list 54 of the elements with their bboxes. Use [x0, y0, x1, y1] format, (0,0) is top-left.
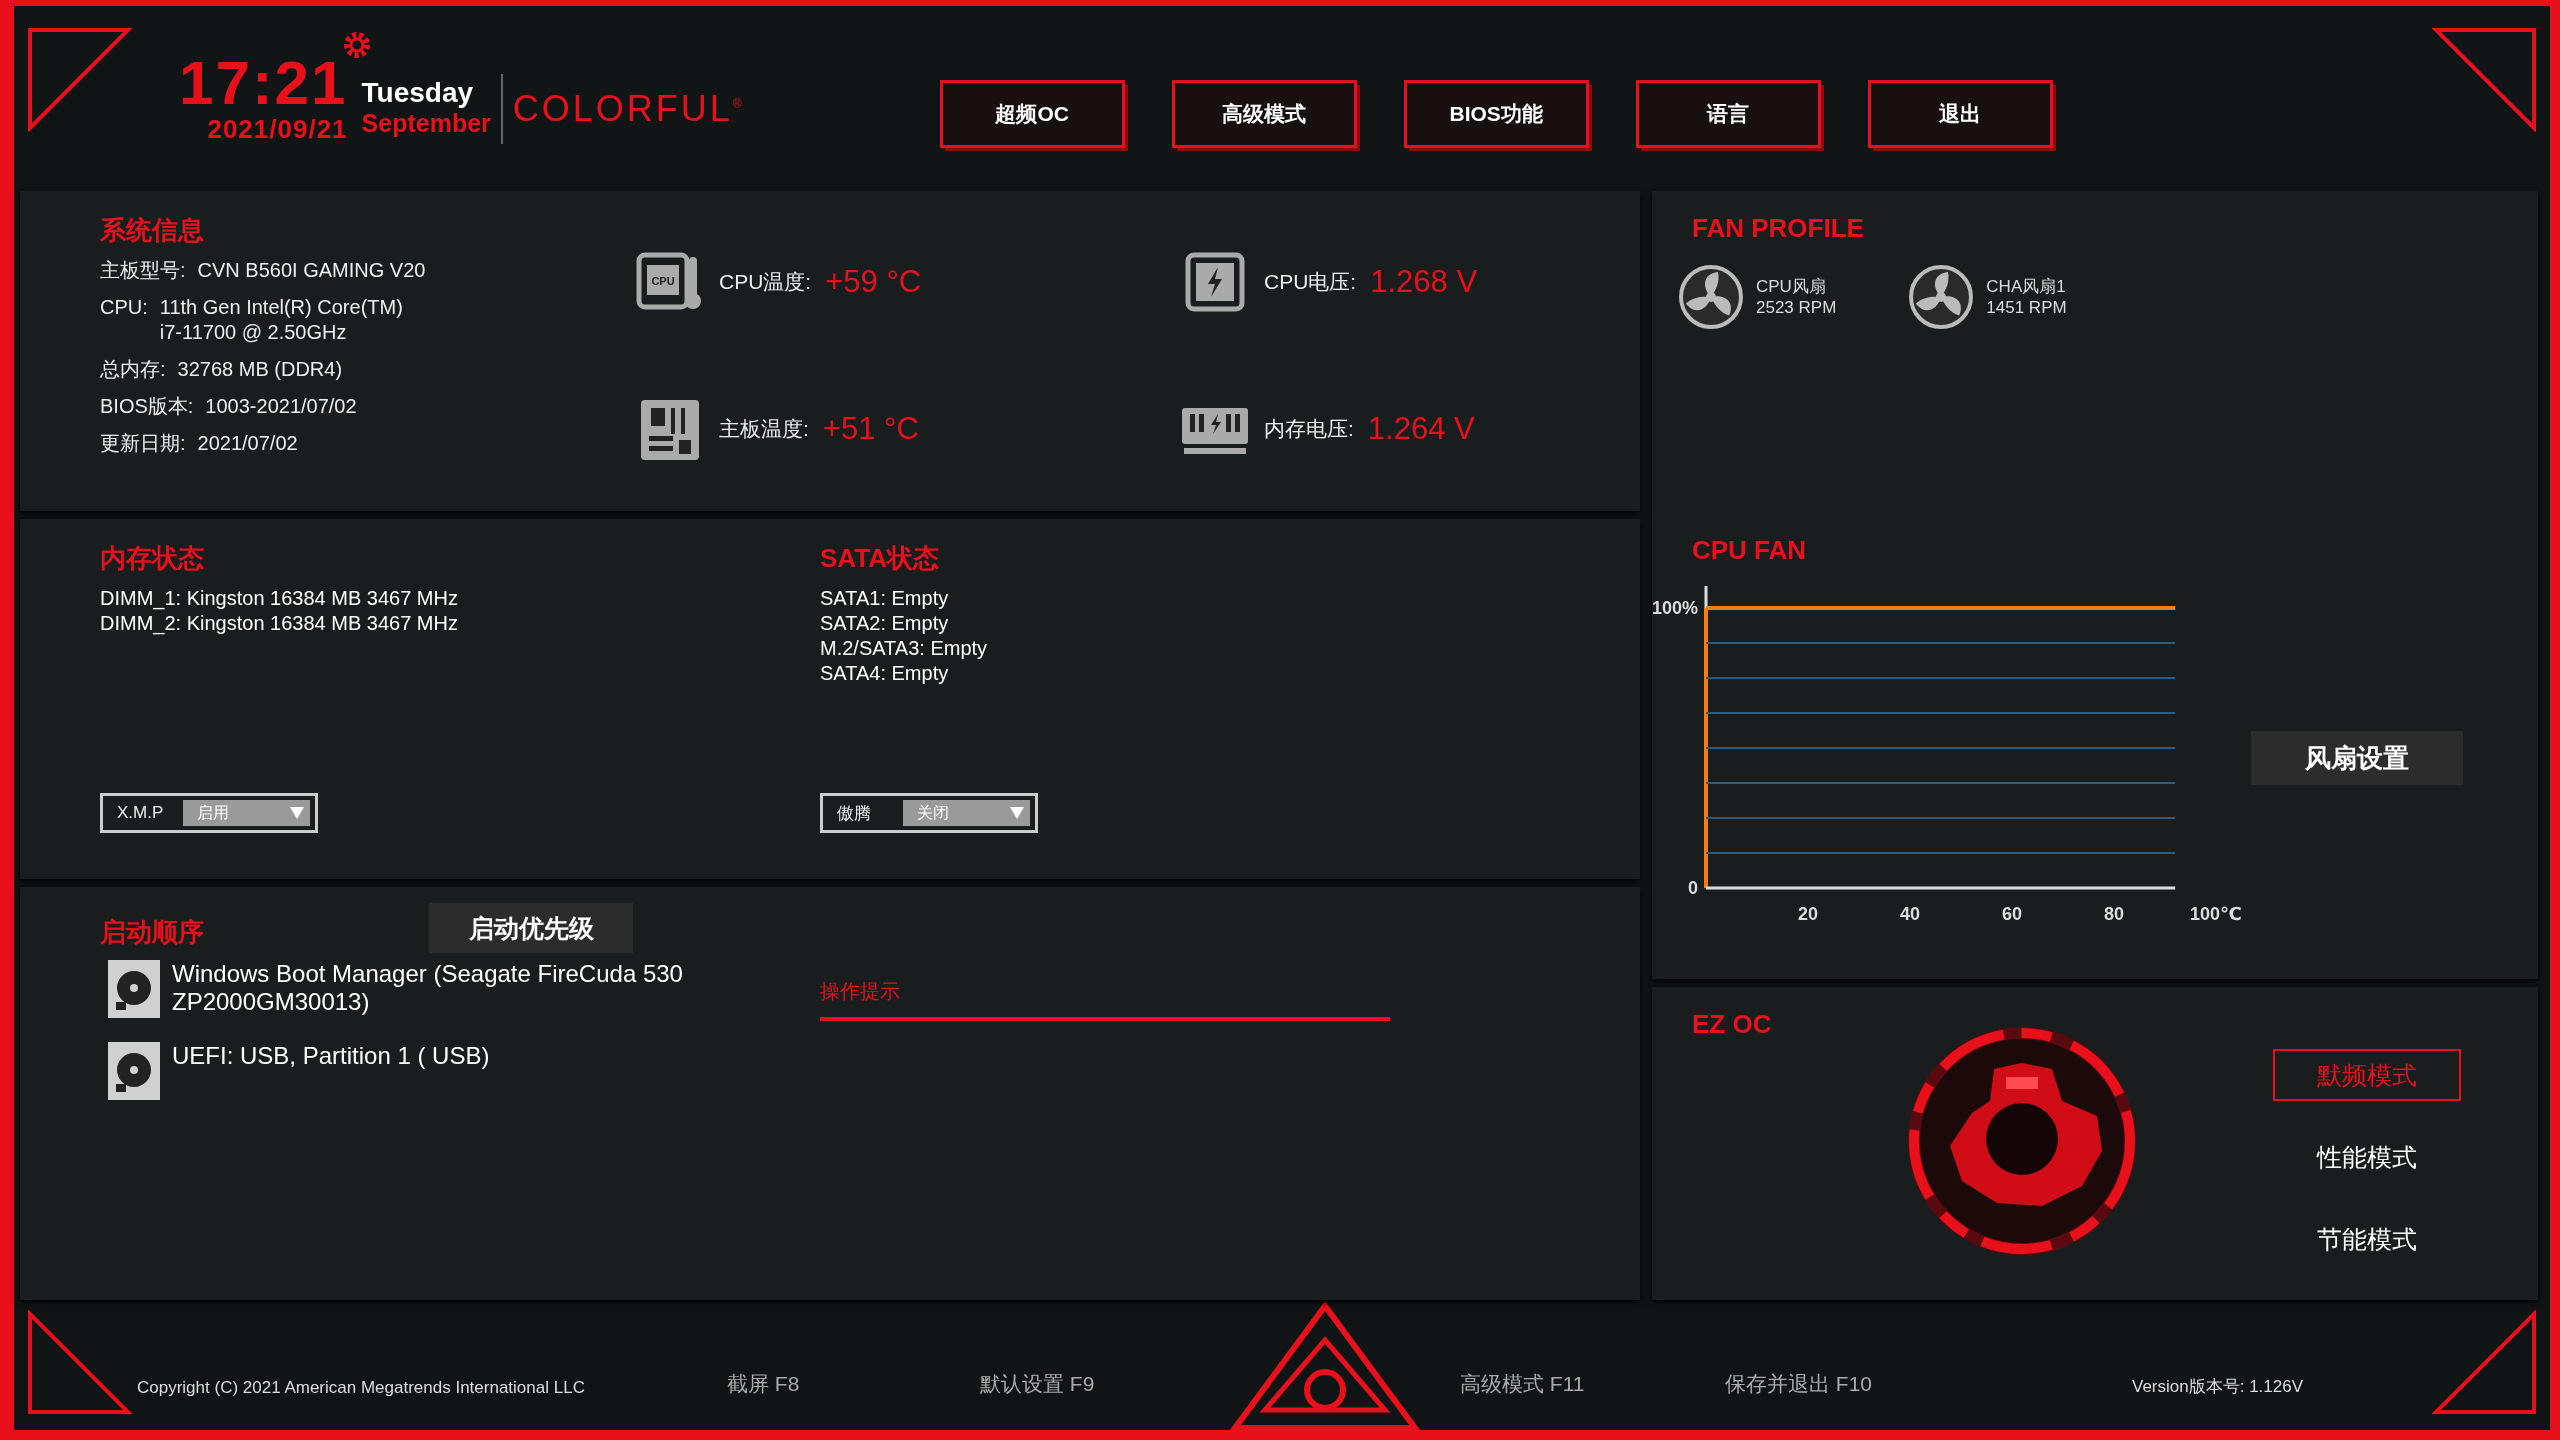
info-label: 主板型号:: [100, 258, 186, 283]
axis-tick-label: 40: [1900, 904, 1920, 924]
status-line: DIMM_2: Kingston 16384 MB 3467 MHz: [100, 611, 459, 636]
status-line: SATA4: Empty: [820, 661, 950, 686]
fan-name: CHA风扇1: [1986, 276, 2067, 297]
version-text: Version版本号: 1.126V: [2132, 1376, 2305, 1398]
clock-date: 2021/09/21: [207, 114, 348, 145]
axis-tick-label: 0: [1688, 878, 1698, 898]
clock-time: 17:21: [179, 52, 348, 114]
status-line: SATA1: Empty: [820, 586, 950, 611]
section-title: CPU FAN: [1692, 535, 1808, 566]
hotkey-label: 默认设置 F9: [980, 1371, 1096, 1397]
sensor-value: 1.268 V: [1370, 263, 1478, 300]
sensor-label: 内存电压:: [1264, 416, 1354, 443]
copyright-text: Copyright (C) 2021 American Megatrends International LLC: [137, 1378, 586, 1398]
info-value: 11th Gen Intel(R) Core(TM) i7-11700 @ 2.50GHz: [159, 295, 403, 345]
section-title: 系统信息: [100, 214, 205, 247]
info-value: 2021/07/02: [197, 431, 298, 456]
info-value: 32768 MB (DDR4): [177, 357, 343, 382]
hotkey-label: 高级模式 F11: [1460, 1371, 1586, 1397]
weekday-label: Tuesday: [361, 77, 475, 109]
section-title: FAN PROFILE: [1692, 213, 1865, 244]
hotkey-label: 保存并退出 F10: [1725, 1371, 1874, 1397]
sensor-value: +51 °C: [822, 411, 919, 448]
sensor-label: CPU电压:: [1264, 268, 1357, 295]
fan-speed: 1451 RPM: [1986, 297, 2067, 318]
sensor-value: +59 °C: [825, 263, 922, 300]
operation-hint: 操作提示: [820, 978, 1390, 1021]
status-line: DIMM_1: Kingston 16384 MB 3467 MHz: [100, 586, 459, 611]
month-label: September: [361, 109, 491, 138]
section-title: EZ OC: [1692, 1009, 1773, 1040]
sensor-label: CPU温度:: [719, 268, 812, 295]
info-value: 1003-2021/07/02: [205, 394, 357, 419]
section-title: 启动顺序: [100, 916, 204, 949]
status-line: M.2/SATA3: Empty: [820, 636, 989, 661]
axis-tick-label: 100%: [1651, 598, 1698, 618]
info-label: CPU:: [100, 295, 148, 320]
info-label: 总内存:: [100, 357, 166, 382]
info-value: CVN B560I GAMING V20: [197, 258, 426, 283]
fan-speed: 2523 RPM: [1756, 297, 1837, 318]
fan-name: CPU风扇: [1756, 276, 1827, 297]
brand-logo: COLORFUL$^{®}$: [512, 87, 745, 130]
axis-tick-label: 20: [1798, 904, 1818, 924]
status-line: SATA2: Empty: [820, 611, 950, 636]
sensor-label: 主板温度:: [719, 416, 809, 443]
section-title: SATA状态: [820, 542, 940, 575]
sensor-value: 1.264 V: [1367, 411, 1475, 448]
info-label: 更新日期:: [100, 431, 186, 456]
axis-tick-label: 100℃: [2190, 904, 2242, 924]
axis-tick-label: 80: [2104, 904, 2124, 924]
section-title: 内存状态: [100, 542, 205, 575]
info-label: BIOS版本:: [100, 394, 194, 419]
axis-tick-label: 60: [2002, 904, 2022, 924]
hotkey-label: 截屏 F8: [727, 1371, 801, 1397]
